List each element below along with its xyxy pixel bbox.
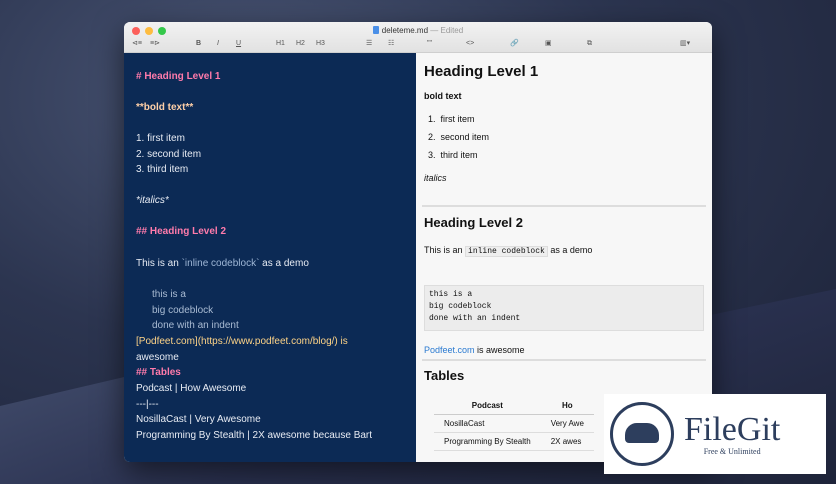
h3-button[interactable]: H3 <box>316 37 325 51</box>
divider <box>422 205 706 207</box>
filegit-watermark: FileGit Free & Unlimited <box>604 394 826 474</box>
table-header-row: Podcast Ho <box>434 397 594 415</box>
back-button[interactable]: ⊲≡ <box>132 37 142 51</box>
document-icon <box>372 26 379 34</box>
code-button[interactable]: <> <box>466 37 474 51</box>
preview-paragraph: This is an inline codeblock as a demo <box>424 245 593 257</box>
editor-line: *italics* <box>136 195 169 206</box>
editor-line: 2. second item <box>136 149 202 160</box>
preview-table: Podcast Ho NosillaCast Very Awe Programm… <box>434 397 594 451</box>
preview-heading-tables: Tables <box>424 368 465 383</box>
editor-line: ---|--- <box>136 399 159 410</box>
editor-line: 3. third item <box>136 164 189 175</box>
watermark-tagline: Free & Unlimited <box>703 446 761 456</box>
editor-line: Podcast | How Awesome <box>136 383 247 394</box>
toolbar: ⊲≡ ≡⊳ B I U H1 H2 H3 ☰ ☷ "" <> 🔗 ▣ ⧉ ▥▾ <box>124 37 712 51</box>
editor-line: done with an indent <box>152 320 239 331</box>
editor-line: 1. first item <box>136 133 185 144</box>
editor-line: This is an `inline codeblock` as a demo <box>136 258 309 269</box>
link-icon[interactable]: 🔗 <box>510 37 519 51</box>
sidebar-toggle[interactable]: ▥▾ <box>680 37 690 51</box>
podfeet-link[interactable]: Podfeet.com <box>424 345 475 355</box>
preview-bold: bold text <box>424 91 462 101</box>
table-row: NosillaCast Very Awe <box>434 414 594 433</box>
list-item: 3. third item <box>428 150 478 160</box>
editor-line: [Podfeet.com](https://www.podfeet.com/bl… <box>136 336 348 347</box>
editor-line: awesome <box>136 352 179 363</box>
list-icon[interactable]: ☰ <box>366 37 372 51</box>
bold-button[interactable]: B <box>196 37 201 51</box>
editor-line: ## Tables <box>136 367 181 378</box>
preview-italics: italics <box>424 173 447 183</box>
list-item: 1. first item <box>428 114 475 124</box>
editor-line: # Heading Level 1 <box>136 71 221 82</box>
filename: deleteme.md <box>381 26 429 35</box>
underline-button[interactable]: U <box>236 37 241 51</box>
h2-button[interactable]: H2 <box>296 37 305 51</box>
editor-line: this is a <box>152 289 186 300</box>
editor-line: Programming By Stealth | 2X awesome beca… <box>136 430 373 441</box>
editor-line: **bold text** <box>136 102 194 113</box>
markdown-editor[interactable]: # Heading Level 1 **bold text** 1. first… <box>124 53 416 462</box>
table-row: Programming By Stealth 2X awes <box>434 432 594 451</box>
preview-codeblock: this is a big codeblock done with an ind… <box>424 285 704 331</box>
editor-line: NosillaCast | Very Awesome <box>136 414 261 425</box>
preview-heading-1: Heading Level 1 <box>424 63 539 80</box>
window-title: deleteme.md — Edited <box>124 26 712 35</box>
filegit-logo-icon <box>610 402 674 466</box>
preview-link-paragraph: Podfeet.com is awesome <box>424 345 525 355</box>
forward-button[interactable]: ≡⊳ <box>150 37 160 51</box>
h1-button[interactable]: H1 <box>276 37 285 51</box>
watermark-name: FileGit <box>684 410 781 448</box>
editor-line: big codeblock <box>152 305 214 316</box>
image-icon[interactable]: ▣ <box>545 37 552 51</box>
divider <box>422 359 706 361</box>
numbered-list-icon[interactable]: ☷ <box>388 37 394 51</box>
quote-button[interactable]: "" <box>427 37 432 51</box>
preview-heading-2: Heading Level 2 <box>424 215 523 230</box>
list-item: 2. second item <box>428 132 490 142</box>
italic-button[interactable]: I <box>217 37 219 51</box>
copy-icon[interactable]: ⧉ <box>587 37 592 51</box>
titlebar: deleteme.md — Edited ⊲≡ ≡⊳ B I U H1 H2 H… <box>124 22 712 53</box>
editor-line: ## Heading Level 2 <box>136 226 227 237</box>
edited-status: — Edited <box>430 26 464 35</box>
